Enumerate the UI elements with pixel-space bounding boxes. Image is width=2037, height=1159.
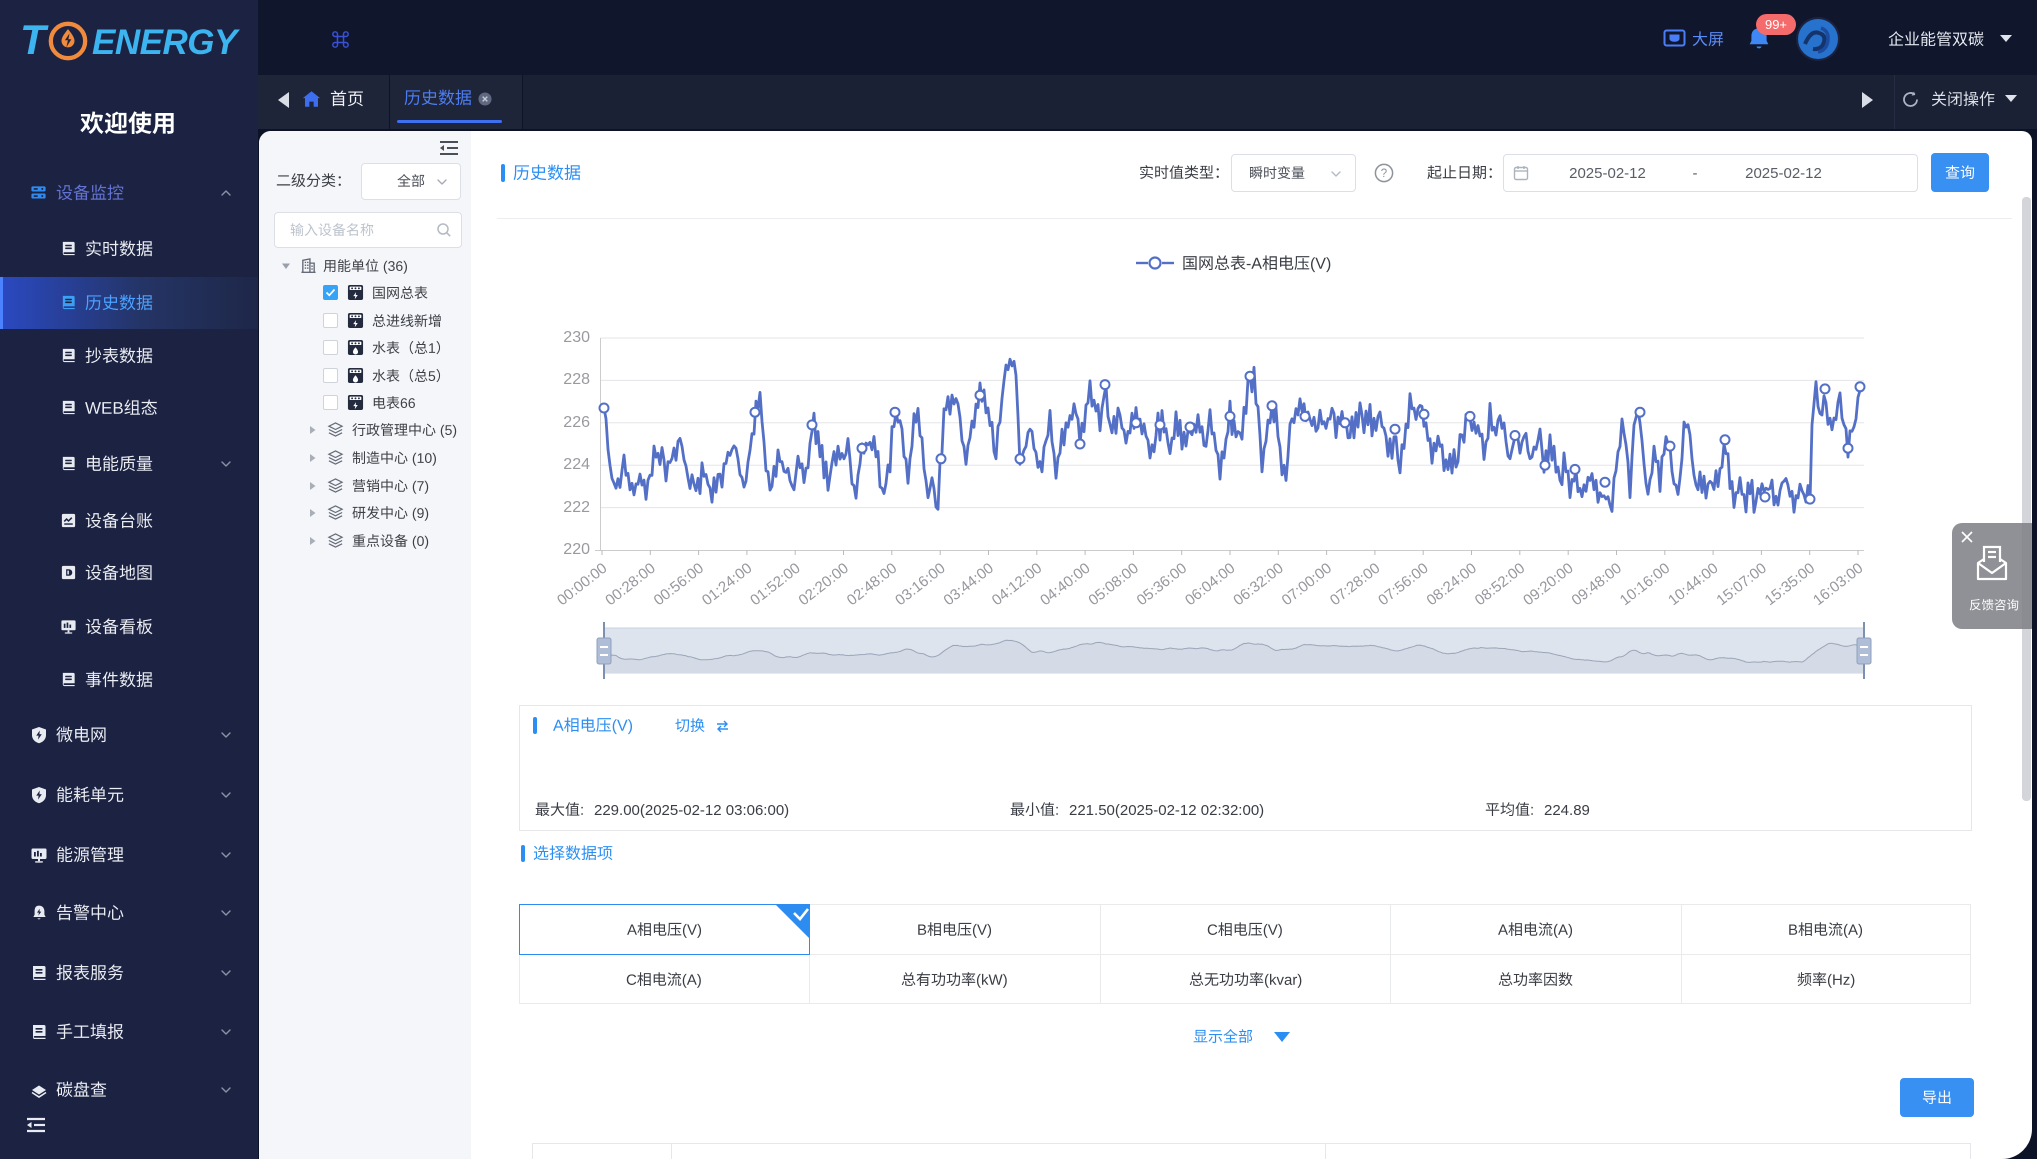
svg-text:08:52:00: 08:52:00 [1472,560,1528,609]
svg-text:01:52:00: 01:52:00 [747,560,803,609]
svg-text:10:44:00: 10:44:00 [1665,560,1721,609]
svg-text:07:00:00: 07:00:00 [1279,560,1335,609]
svg-text:15:07:00: 15:07:00 [1713,560,1769,609]
svg-text:07:56:00: 07:56:00 [1375,560,1431,609]
svg-text:06:04:00: 06:04:00 [1182,560,1238,609]
svg-text:00:00:00: 00:00:00 [554,560,610,609]
svg-text:02:48:00: 02:48:00 [844,560,900,609]
svg-text:?: ? [1381,168,1387,180]
svg-text:00:28:00: 00:28:00 [602,560,658,609]
svg-text:15:35:00: 15:35:00 [1762,560,1818,609]
svg-text:09:48:00: 09:48:00 [1568,560,1624,609]
svg-text:03:16:00: 03:16:00 [892,560,948,609]
svg-text:05:36:00: 05:36:00 [1134,560,1190,609]
svg-text:04:12:00: 04:12:00 [989,560,1045,609]
svg-text:04:40:00: 04:40:00 [1037,560,1093,609]
svg-text:07:28:00: 07:28:00 [1327,560,1383,609]
svg-text:00:56:00: 00:56:00 [651,560,707,609]
svg-text:03:44:00: 03:44:00 [940,560,996,609]
svg-text:06:32:00: 06:32:00 [1230,560,1286,609]
svg-text:08:24:00: 08:24:00 [1423,560,1479,609]
svg-text:16:03:00: 16:03:00 [1810,560,1866,609]
svg-text:10:16:00: 10:16:00 [1617,560,1673,609]
svg-text:01:24:00: 01:24:00 [699,560,755,609]
svg-text:05:08:00: 05:08:00 [1085,560,1141,609]
svg-text:09:20:00: 09:20:00 [1520,560,1576,609]
svg-text:02:20:00: 02:20:00 [795,560,851,609]
